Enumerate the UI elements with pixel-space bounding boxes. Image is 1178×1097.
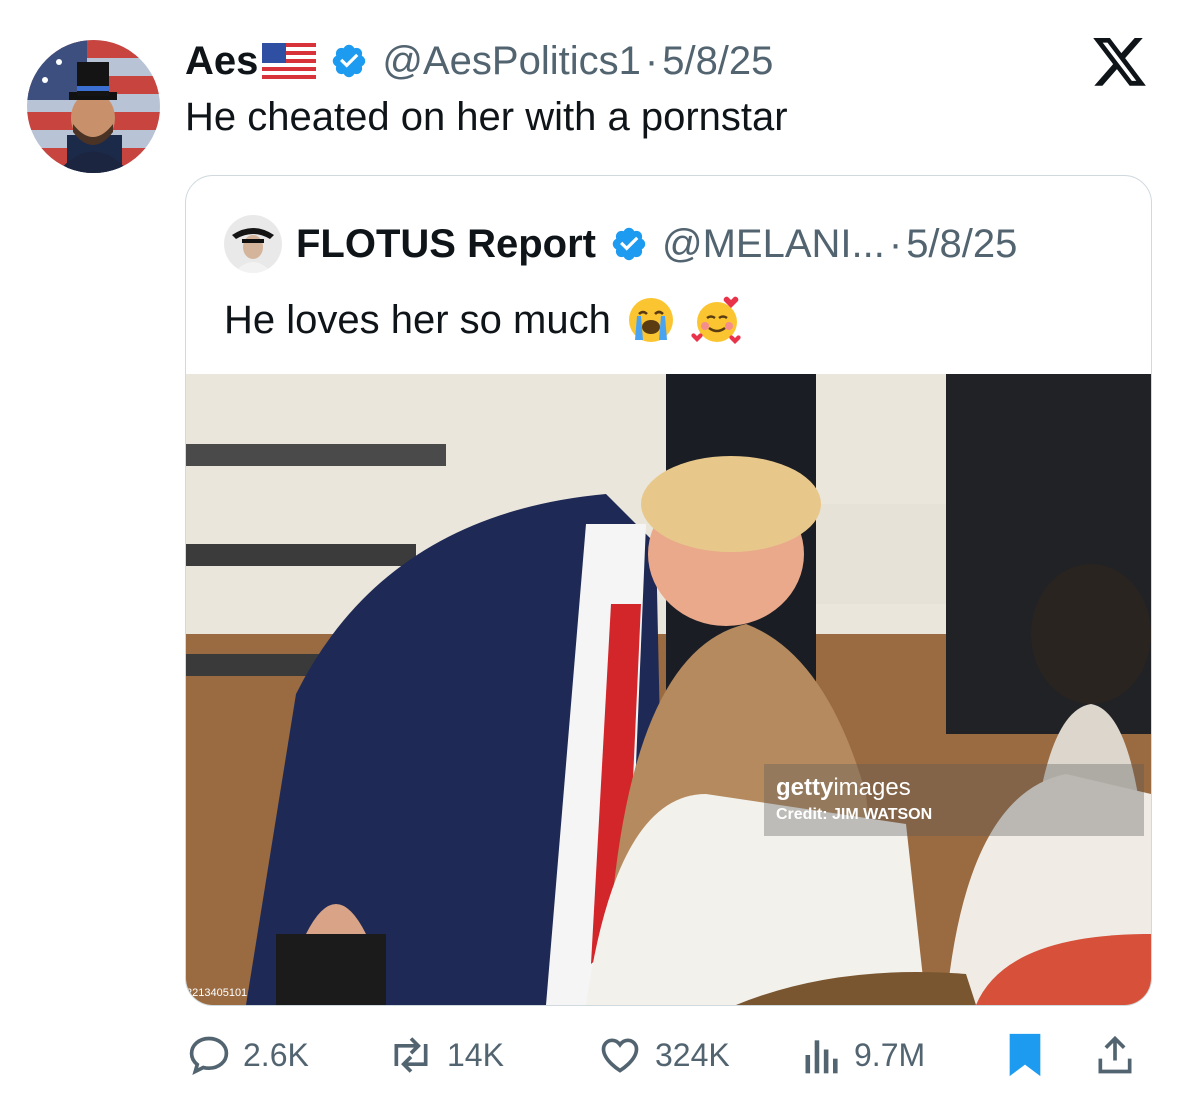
repost-count: 14K — [447, 1036, 504, 1073]
getty-watermark: gettyimages Credit: JIM WATSON — [764, 764, 1144, 836]
getty-logo: gettyimages — [776, 774, 911, 801]
separator-dot: · — [644, 38, 659, 83]
quoted-author-avatar[interactable] — [224, 215, 282, 273]
share-button[interactable] — [1093, 1028, 1149, 1082]
photo-id: 2213405101 — [186, 987, 248, 999]
author-avatar[interactable] — [27, 40, 160, 173]
repost-icon — [394, 1037, 428, 1073]
quoted-tweet-text-content: He loves her so much — [224, 297, 611, 342]
share-icon — [1098, 1035, 1132, 1074]
quoted-tweet-date[interactable]: 5/8/25 — [906, 222, 1017, 267]
like-button[interactable]: 324K — [597, 1028, 730, 1082]
reply-icon — [189, 1036, 229, 1076]
views-button[interactable]: 9.7M — [802, 1028, 925, 1082]
getty-credit: Credit: JIM WATSON — [776, 806, 933, 823]
quoted-tweet-header: FLOTUS Report @MELANI... · 5/8/25 — [224, 214, 1017, 274]
x-logo-icon[interactable] — [1093, 38, 1148, 88]
bookmark-icon — [1009, 1033, 1041, 1077]
views-count: 9.7M — [854, 1036, 926, 1073]
smiling-face-with-hearts-emoji — [691, 294, 743, 346]
quoted-author-name[interactable]: FLOTUS Report — [296, 222, 596, 267]
bookmark-button[interactable] — [1005, 1028, 1057, 1082]
reply-count: 2.6K — [243, 1036, 309, 1073]
like-icon — [601, 1038, 639, 1073]
quoted-tweet-text: He loves her so much — [224, 294, 743, 346]
loudly-crying-face-emoji — [625, 294, 677, 346]
verified-badge-icon[interactable] — [610, 225, 648, 263]
quoted-author-handle[interactable]: @MELANI... — [662, 222, 885, 267]
separator-dot: · — [888, 221, 903, 266]
like-count: 324K — [655, 1036, 730, 1073]
repost-button[interactable]: 14K — [387, 1028, 504, 1082]
us-flag-emoji — [262, 43, 317, 79]
verified-badge-icon[interactable] — [330, 42, 368, 80]
views-icon — [805, 1040, 838, 1074]
author-name[interactable]: Aes — [185, 39, 258, 84]
tweet-text: He cheated on her with a pornstar — [185, 95, 788, 139]
tweet-date[interactable]: 5/8/25 — [662, 39, 773, 84]
tweet-header: Aes @AesPolitics1 · 5/8/25 — [185, 36, 773, 86]
quoted-tweet-photo[interactable]: gettyimages Credit: JIM WATSON 221340510… — [186, 374, 1151, 1005]
reply-button[interactable]: 2.6K — [187, 1028, 309, 1082]
author-handle[interactable]: @AesPolitics1 — [382, 39, 640, 84]
quoted-tweet-card[interactable]: FLOTUS Report @MELANI... · 5/8/25 He lov… — [185, 175, 1152, 1006]
action-bar: 2.6K 14K 324K 9.7M — [187, 1028, 1147, 1082]
